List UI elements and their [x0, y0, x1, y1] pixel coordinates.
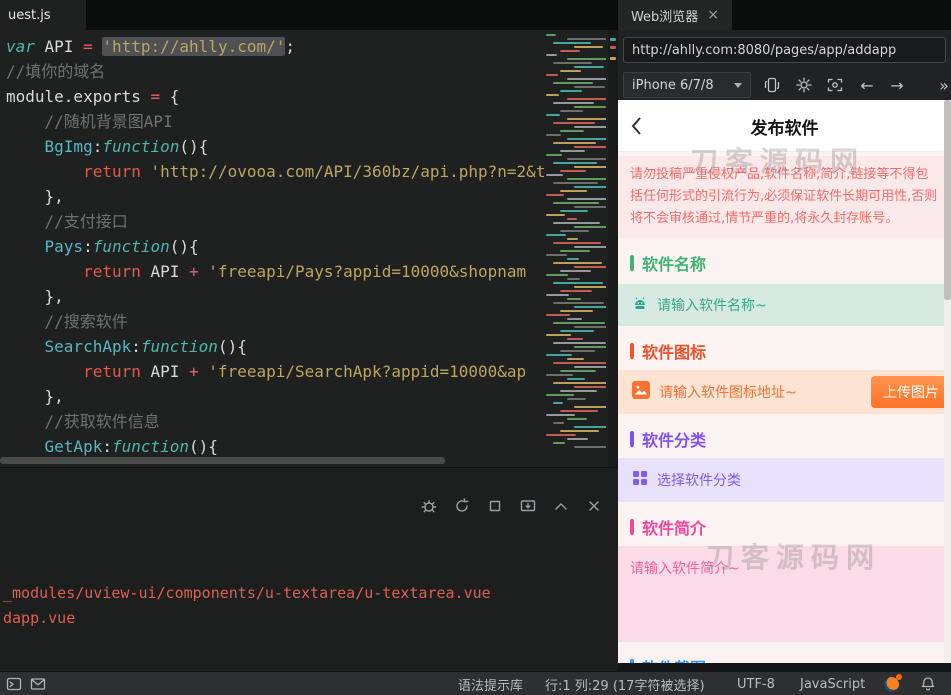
device-select[interactable]: iPhone 6/7/8: [623, 72, 751, 98]
rotate-device-icon[interactable]: [760, 73, 784, 97]
section-title-category: 软件分类: [630, 428, 951, 450]
url-input[interactable]: [623, 37, 946, 63]
collapse-icon[interactable]: [551, 496, 571, 516]
category-placeholder: 选择软件分类: [657, 473, 741, 489]
stop-icon[interactable]: [485, 496, 505, 516]
screenshot-icon[interactable]: [518, 496, 538, 516]
editor-vertical-scrollbar[interactable]: [608, 30, 618, 467]
grid-icon: [632, 470, 648, 490]
editor-panel: var API = 'http://ahlly.com/';//填你的域名 mod…: [0, 30, 618, 467]
android-icon: [632, 295, 648, 315]
back-arrow-icon[interactable]: ←: [855, 73, 879, 97]
intro-placeholder: 请输入软件简介~: [630, 561, 740, 577]
mobile-preview: 发布软件 刀客源码网 刀客源码网 请勿投稿严重侵权产品,软件名称,简介,链接等不…: [618, 100, 951, 663]
horizontal-scrollbar[interactable]: [0, 457, 540, 464]
encoding-indicator[interactable]: UTF-8: [737, 672, 775, 695]
minimap[interactable]: [546, 34, 606, 460]
section-bar: [630, 343, 634, 359]
close-icon[interactable]: ×: [707, 8, 719, 22]
device-select-value: iPhone 6/7/8: [632, 77, 714, 93]
console-toolbar: [419, 496, 604, 516]
scroll-annotation: [610, 46, 616, 49]
code-editor[interactable]: var API = 'http://ahlly.com/';//填你的域名 mod…: [0, 34, 545, 459]
intro-textarea[interactable]: 请输入软件简介~: [618, 546, 951, 642]
preview-scrollbar-thumb[interactable]: [944, 100, 951, 300]
scroll-annotation: [610, 38, 616, 41]
restart-icon[interactable]: [452, 496, 472, 516]
section-title-screenshots: 软件截图: [630, 656, 951, 663]
top-tab-bar: uest.js Web浏览器 ×: [0, 0, 951, 30]
bell-icon[interactable]: [920, 672, 936, 695]
upload-image-button[interactable]: 上传图片: [871, 376, 951, 408]
section-bar: [630, 431, 634, 447]
console-log-line: dapp.vue: [3, 609, 76, 627]
preview-scrollbar[interactable]: [944, 100, 951, 663]
gear-icon[interactable]: [792, 73, 816, 97]
section-title-name: 软件名称: [630, 252, 951, 274]
capture-icon[interactable]: [823, 73, 847, 97]
browser-tab-label: Web浏览器: [630, 9, 699, 25]
warning-text: 请勿投稿严重侵权产品,软件名称,简介,链接等不得包括任何形式的引流行为,必须保证…: [618, 156, 951, 238]
browser-panel: iPhone 6/7/8 ← → » 发布软件: [618, 30, 951, 671]
console-panel: _modules/uview-ui/components/u-textarea/…: [0, 467, 618, 671]
language-indicator[interactable]: JavaScript: [800, 672, 865, 695]
syntax-hint-button[interactable]: 语法提示库: [458, 672, 523, 695]
firefox-icon[interactable]: [884, 672, 902, 695]
name-input[interactable]: 请输入软件名称~: [618, 284, 951, 326]
tab-web-browser[interactable]: Web浏览器 ×: [618, 0, 732, 30]
tab-request-js[interactable]: uest.js: [0, 0, 86, 30]
page-title: 发布软件: [750, 118, 819, 139]
section-title-intro: 软件简介: [630, 516, 951, 538]
editor-tab-label: uest.js: [8, 7, 51, 23]
horizontal-scrollbar-thumb[interactable]: [0, 457, 445, 464]
browser-toolbar: iPhone 6/7/8 ← → »: [618, 70, 951, 100]
category-select[interactable]: 选择软件分类: [618, 458, 951, 502]
section-title-icon: 软件图标: [630, 340, 951, 362]
forward-arrow-icon[interactable]: →: [885, 73, 909, 97]
section-bar: [630, 519, 634, 535]
mobile-navbar: 发布软件: [618, 100, 951, 152]
app-root: uest.js Web浏览器 × var API = 'http://ahlly…: [0, 0, 951, 695]
section-bar: [630, 255, 634, 271]
scroll-annotation: [610, 57, 616, 60]
image-icon: [632, 381, 650, 403]
mail-icon[interactable]: [30, 672, 46, 695]
more-tools-icon[interactable]: »: [932, 73, 951, 97]
preview-bottom-strip: [618, 663, 951, 671]
cursor-position[interactable]: 行:1 列:29 (17字符被选择): [545, 672, 705, 695]
close-console-icon[interactable]: [584, 496, 604, 516]
status-bar: 语法提示库 行:1 列:29 (17字符被选择) UTF-8 JavaScrip…: [0, 671, 951, 695]
debug-icon[interactable]: [419, 496, 439, 516]
console-log-line: _modules/uview-ui/components/u-textarea/…: [3, 584, 491, 602]
icon-placeholder: 请输入软件图标地址~: [659, 385, 797, 401]
terminal-icon[interactable]: [6, 672, 22, 695]
icon-url-input[interactable]: 请输入软件图标地址~ 上传图片: [618, 370, 951, 414]
chevron-down-icon: [734, 82, 742, 88]
name-placeholder: 请输入软件名称~: [657, 298, 767, 314]
